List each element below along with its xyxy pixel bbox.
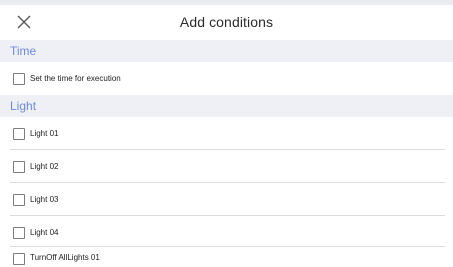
condition-item-label: Light 04 bbox=[30, 228, 59, 237]
page-title: Add conditions bbox=[179, 14, 274, 30]
section-header-time: Time bbox=[0, 40, 453, 62]
condition-item-light-03[interactable]: Light 03 bbox=[0, 183, 453, 216]
condition-item-label: Light 02 bbox=[30, 162, 59, 171]
condition-item-light-01[interactable]: Light 01 bbox=[0, 117, 453, 150]
checkbox-icon[interactable] bbox=[13, 253, 25, 265]
condition-item-light-02[interactable]: Light 02 bbox=[0, 150, 453, 183]
condition-item-label: Light 03 bbox=[30, 195, 59, 204]
condition-item-label: Set the time for execution bbox=[30, 74, 121, 83]
checkbox-icon[interactable] bbox=[13, 193, 25, 206]
close-button[interactable] bbox=[14, 12, 34, 32]
checkbox-icon[interactable] bbox=[13, 72, 25, 85]
condition-item-light-04[interactable]: Light 04 bbox=[0, 216, 453, 249]
checkbox-icon[interactable] bbox=[13, 160, 25, 173]
condition-item-label: Light 01 bbox=[30, 129, 59, 138]
checkbox-icon[interactable] bbox=[13, 226, 25, 239]
condition-item-turnoff-all-lights[interactable]: TurnOff AllLights 01 bbox=[0, 247, 453, 267]
header-bar: Add conditions bbox=[0, 5, 453, 39]
section-header-light: Light bbox=[0, 95, 453, 117]
condition-item-time[interactable]: Set the time for execution bbox=[0, 62, 453, 95]
add-conditions-screen: Add conditions Time Set the time for exe… bbox=[0, 0, 453, 267]
checkbox-icon[interactable] bbox=[13, 127, 25, 140]
close-icon bbox=[17, 15, 31, 29]
condition-item-label: TurnOff AllLights 01 bbox=[30, 253, 100, 262]
